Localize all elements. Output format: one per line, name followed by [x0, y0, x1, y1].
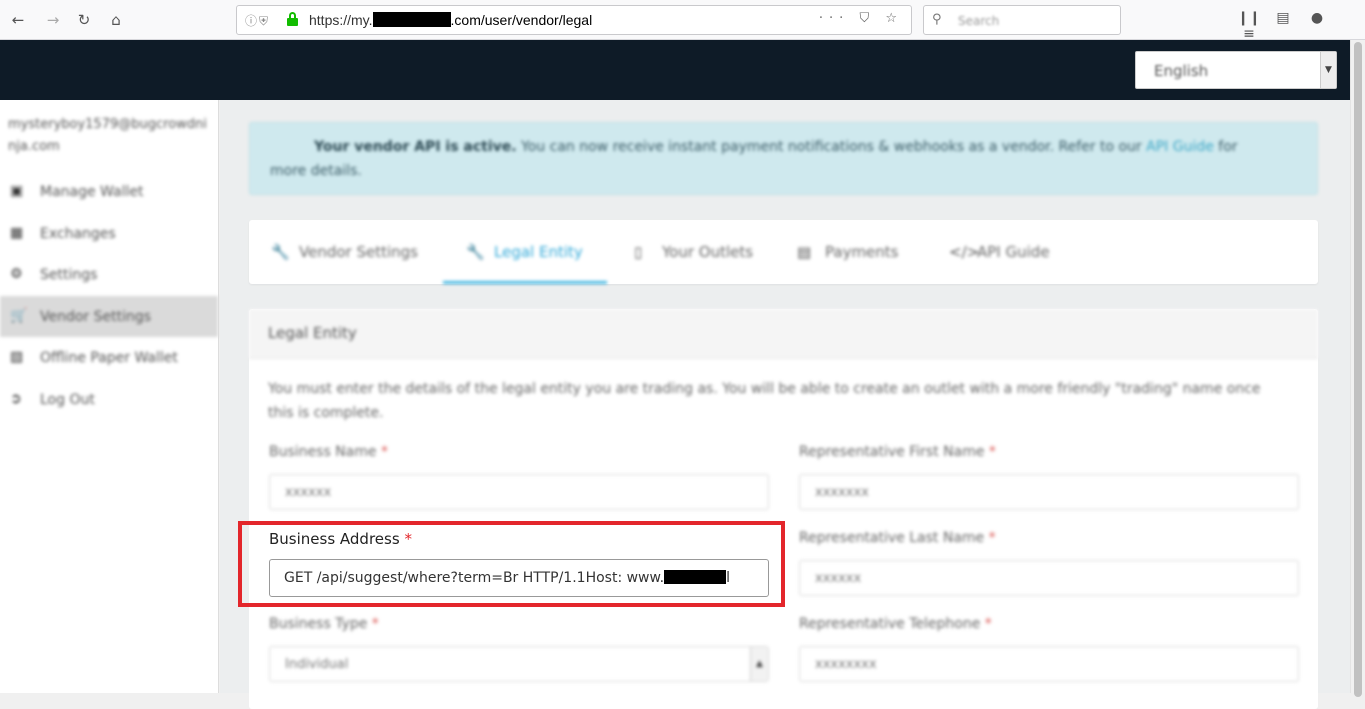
language-select[interactable]: English ▼ [1135, 51, 1337, 89]
alert-text: Your vendor API is active. You can now r… [270, 139, 1238, 179]
sidebar-item-label: Manage Wallet [40, 184, 144, 200]
browser-toolbar: ← → ↻ ⌂ ⓘ⛨ https://my. .com/user/vendor/l… [0, 0, 1365, 42]
wallet-icon: ▣ [10, 183, 24, 199]
business-type-select[interactable]: Individual ▲ [269, 646, 769, 682]
back-icon[interactable]: ← [6, 8, 30, 32]
rep-telephone-field[interactable]: xxxxxxxx [799, 646, 1299, 682]
sidebar-item-label: Offline Paper Wallet [40, 350, 178, 366]
home-icon[interactable]: ⌂ [104, 8, 128, 32]
business-address-value: GET /api/suggest/where?term=Br HTTP/1.1H… [284, 570, 731, 586]
sidebar-item-vendor-settings[interactable]: 🛒 Vendor Settings [0, 296, 218, 337]
user-email: mysteryboy1579@bugcrowdninja.com [8, 117, 207, 154]
sidebar-item-log-out[interactable]: ➲ Log Out [0, 379, 218, 420]
sidebar: mysteryboy1579@bugcrowdninja.com ▣ Manag… [0, 100, 219, 693]
qr-icon: ▧ [10, 349, 24, 365]
business-name-field[interactable]: xxxxxx [269, 474, 769, 510]
rep-first-name-label: Representative First Name * [799, 444, 996, 460]
sidebar-item-label: Vendor Settings [40, 309, 152, 325]
site-info-icon[interactable]: ⓘ⛨ [245, 12, 270, 29]
business-type-value: Individual [285, 657, 349, 672]
url-text[interactable]: https://my. .com/user/vendor/legal [309, 12, 592, 28]
search-icon: ⚲ [932, 12, 942, 27]
page-actions-icon[interactable]: ··· ⛉ ☆ [819, 11, 903, 26]
redaction [372, 12, 451, 27]
forward-icon[interactable]: → [41, 8, 65, 32]
scrollbar-thumb[interactable] [1354, 42, 1362, 697]
tab-label: Payments [825, 243, 899, 261]
sidebar-item-label: Exchanges [40, 226, 116, 242]
language-value: English [1154, 62, 1209, 80]
card-header: Legal Entity [249, 309, 1318, 359]
redaction [664, 570, 727, 584]
sidebar-item-manage-wallet[interactable]: ▣ Manage Wallet [0, 171, 218, 212]
extension-icon[interactable]: ● [1300, 10, 1334, 26]
rep-telephone-value: xxxxxxxx [815, 657, 877, 672]
chevron-down-icon[interactable]: ▼ [1320, 52, 1336, 88]
business-name-label: Business Name * [269, 444, 388, 460]
chevron-down-icon[interactable]: ▲ [750, 647, 768, 681]
card-intro: You must enter the details of the legal … [268, 381, 1261, 421]
code-icon: </> [949, 243, 980, 261]
browser-search-input[interactable]: ⚲ Search [923, 5, 1121, 35]
reload-icon[interactable]: ↻ [72, 8, 96, 32]
active-tab-indicator [443, 281, 607, 284]
cart-icon: 🛒 [10, 308, 28, 324]
tab-label: Your Outlets [662, 243, 754, 261]
rep-first-name-value: xxxxxxx [815, 485, 869, 500]
api-guide-link[interactable]: API Guide [1146, 139, 1214, 155]
business-address-label: Business Address * [269, 530, 412, 548]
business-address-field[interactable]: GET /api/suggest/where?term=Br HTTP/1.1H… [269, 559, 769, 597]
card-icon: ▤ [797, 243, 812, 261]
tab-label: Vendor Settings [299, 243, 418, 261]
phone-icon: ▯ [634, 243, 643, 261]
rep-last-name-value: xxxxxx [815, 571, 862, 586]
sidebar-item-label: Log Out [40, 392, 95, 408]
rep-last-name-label: Representative Last Name * [799, 530, 996, 546]
app-header: English ▼ [0, 40, 1365, 100]
library-icon[interactable]: ❙❙ [1232, 10, 1266, 26]
business-type-label: Business Type * [269, 616, 379, 632]
sidebar-item-settings[interactable]: ⚙ Settings [0, 254, 218, 295]
tab-label: API Guide [977, 243, 1050, 261]
sidebar-item-label: Settings [40, 267, 98, 283]
lock-icon [287, 12, 298, 26]
url-bar[interactable]: ⓘ⛨ https://my. .com/user/vendor/legal ···… [236, 5, 912, 35]
rep-first-name-field[interactable]: xxxxxxx [799, 474, 1299, 510]
business-name-value: xxxxxx [285, 485, 332, 500]
page-scrollbar[interactable] [1350, 40, 1365, 697]
wrench-icon: 🔧 [466, 243, 485, 261]
search-placeholder: Search [958, 14, 1000, 28]
logout-icon: ➲ [10, 391, 22, 407]
sidebar-item-offline-paper-wallet[interactable]: ▧ Offline Paper Wallet [0, 337, 218, 378]
api-active-alert: Your vendor API is active. You can now r… [249, 122, 1318, 195]
browser-toolbar-buttons: ❙❙ ▤ ●≡ [1232, 10, 1365, 42]
vendor-tabs: 🔧 Vendor Settings 🔧 Legal Entity ▯ Your … [249, 220, 1318, 284]
sidebar-item-exchanges[interactable]: ▦ Exchanges [0, 213, 218, 254]
rep-last-name-field[interactable]: xxxxxx [799, 560, 1299, 596]
wrench-icon: 🔧 [271, 243, 290, 261]
sidebar-toggle-icon[interactable]: ▤ [1266, 10, 1300, 26]
card-title: Legal Entity [268, 324, 357, 342]
rep-telephone-label: Representative Telephone * [799, 616, 992, 632]
gear-icon: ⚙ [10, 266, 23, 282]
exchange-icon: ▦ [10, 225, 24, 241]
tab-label: Legal Entity [494, 243, 583, 261]
